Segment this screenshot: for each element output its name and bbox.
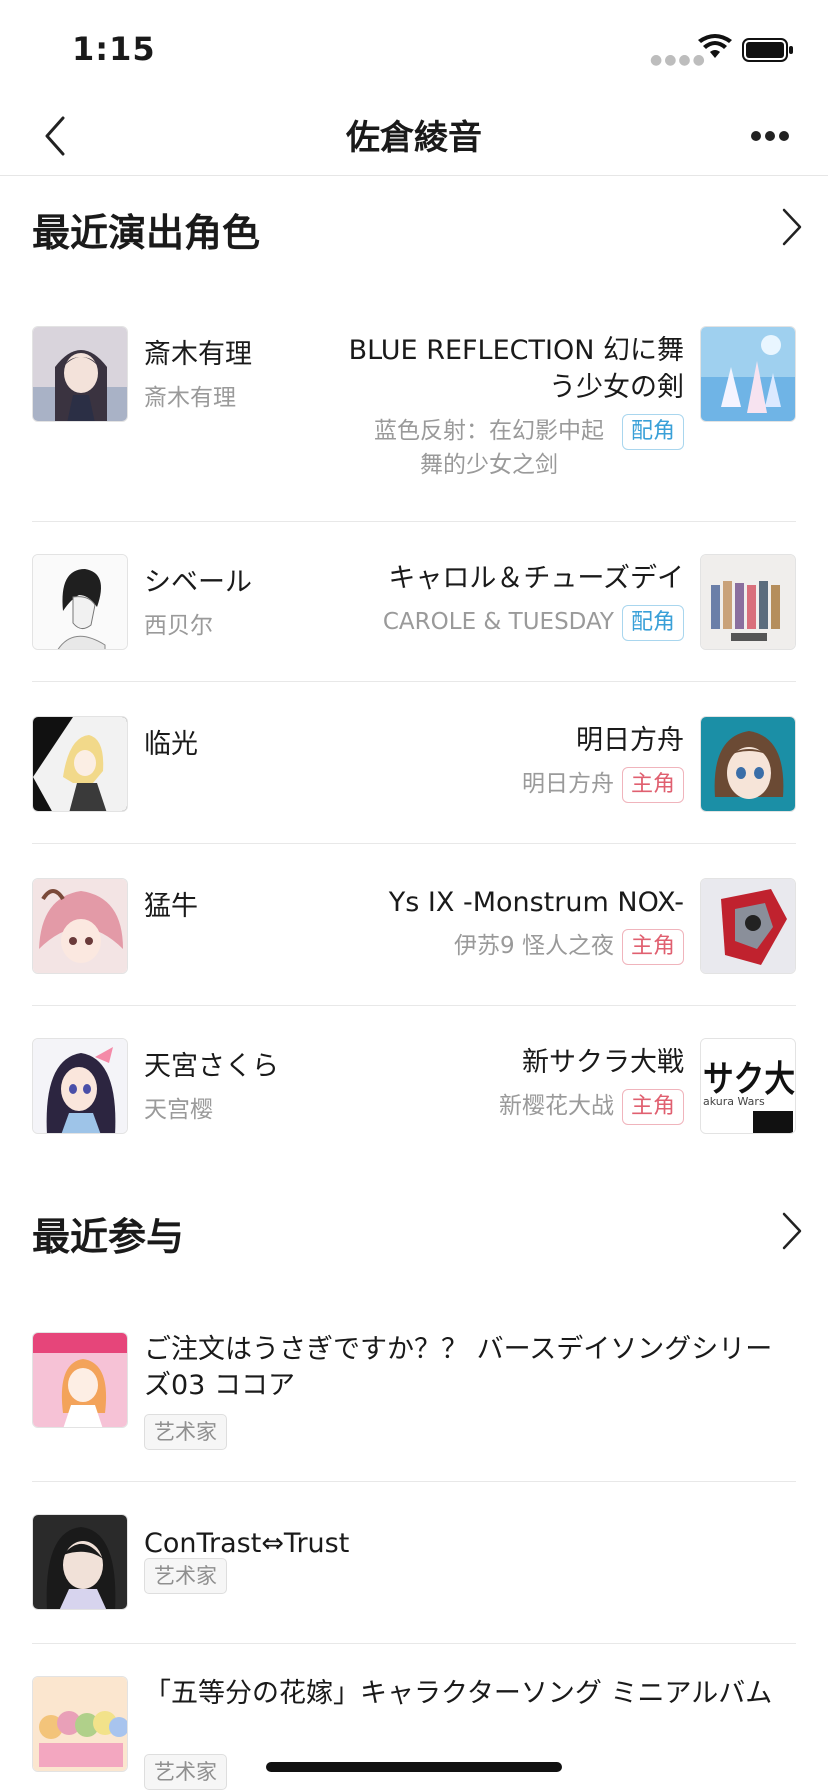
participation-row[interactable]: ConTrast⇔Trust 艺术家 <box>32 1514 796 1644</box>
album-thumbnail[interactable] <box>32 1332 128 1428</box>
work-title-sub: 明日方舟 <box>521 771 614 797</box>
character-thumbnail[interactable] <box>32 716 128 812</box>
more-dots-icon <box>751 131 789 141</box>
character-thumbnail[interactable] <box>32 326 128 422</box>
role-badge: 配角 <box>621 605 684 641</box>
character-name: 猛牛 <box>144 891 198 922</box>
wifi-icon <box>698 34 732 58</box>
work-thumbnail[interactable] <box>700 878 796 974</box>
album-title: ConTrast⇔Trust <box>144 1528 350 1559</box>
character-thumbnail[interactable] <box>32 1038 128 1134</box>
cover-title-art: サク大 <box>703 1059 795 1100</box>
role-badge: 配角 <box>621 414 684 450</box>
participation-row[interactable]: ご注文はうさぎですか？？ バースデイソングシリーズ03 ココア 艺术家 <box>32 1332 796 1482</box>
work-title: BLUE REFLECTION 幻に舞う少女の剣 <box>348 335 684 403</box>
character-thumbnail[interactable] <box>32 554 128 650</box>
work-info: 明日方舟 明日方舟 主角 <box>344 722 684 803</box>
work-title: Ys IX -Monstrum NOX- <box>388 887 684 918</box>
work-title: 新サクラ大戦 <box>522 1047 684 1078</box>
page-title: 佐倉綾音 <box>346 118 482 158</box>
work-info: Ys IX -Monstrum NOX- 伊苏9 怪人之夜 主角 <box>264 884 684 965</box>
character-name: 临光 <box>144 729 198 760</box>
work-title: キャロル＆チューズデイ <box>388 563 684 594</box>
work-title-sub: 蓝色反射：在幻影中起舞的少女之剑 <box>373 418 604 478</box>
character-name-sub: 天宫樱 <box>144 1097 213 1123</box>
role-badge: 主角 <box>621 1089 684 1125</box>
participation-section-header[interactable]: 最近参与 <box>32 1200 812 1260</box>
character-name: シベール <box>144 567 252 598</box>
role-badge: 主角 <box>621 929 684 965</box>
role-tag: 艺术家 <box>144 1558 227 1594</box>
work-thumbnail[interactable]: サク大 akura Wars <box>700 1038 796 1134</box>
roles-more-button[interactable] <box>772 202 812 252</box>
work-title: 明日方舟 <box>576 725 684 756</box>
home-indicator[interactable] <box>266 1762 562 1772</box>
role-tag: 艺术家 <box>144 1754 227 1790</box>
work-thumbnail[interactable] <box>700 716 796 812</box>
album-thumbnail[interactable] <box>32 1514 128 1610</box>
character-thumbnail[interactable] <box>32 878 128 974</box>
role-badge: 主角 <box>621 767 684 803</box>
section-title: 最近参与 <box>32 1215 185 1259</box>
participation-row[interactable]: 「五等分の花嫁」キャラクターソング ミニアルバム 艺术家 <box>32 1676 796 1792</box>
character-name-sub: 西贝尔 <box>144 613 213 639</box>
work-thumbnail[interactable] <box>700 554 796 650</box>
chevron-right-icon <box>782 1212 802 1250</box>
character-name: 天宮さくら <box>144 1051 279 1082</box>
character-name-sub: 斎木有理 <box>144 385 236 411</box>
role-tag: 艺术家 <box>144 1414 227 1450</box>
role-row[interactable]: 猛牛 Ys IX -Monstrum NOX- 伊苏9 怪人之夜 主角 <box>32 878 796 1006</box>
cover-caption-art: akura Wars <box>703 1095 765 1108</box>
battery-icon <box>742 38 793 62</box>
work-title-sub: CAROLE & TUESDAY <box>382 609 614 635</box>
album-title: ご注文はうさぎですか？？ バースデイソングシリーズ03 ココア <box>144 1334 773 1401</box>
section-title: 最近演出角色 <box>32 211 261 255</box>
more-button[interactable] <box>740 106 800 166</box>
chevron-right-icon <box>782 208 802 246</box>
work-info: BLUE REFLECTION 幻に舞う少女の剣 蓝色反射：在幻影中起舞的少女之… <box>344 332 684 482</box>
roles-section-header[interactable]: 最近演出角色 <box>32 196 812 256</box>
role-row[interactable]: 斎木有理 斎木有理 BLUE REFLECTION 幻に舞う少女の剣 蓝色反射：… <box>32 326 796 522</box>
work-title-sub: 新樱花大战 <box>498 1093 614 1119</box>
role-row[interactable]: 临光 明日方舟 明日方舟 主角 <box>32 716 796 844</box>
nav-bar: 佐倉綾音 <box>0 96 828 176</box>
role-row[interactable]: シベール 西贝尔 キャロル＆チューズデイ CAROLE & TUESDAY 配角 <box>32 554 796 682</box>
album-title: 「五等分の花嫁」キャラクターソング ミニアルバム <box>144 1678 773 1709</box>
work-thumbnail[interactable] <box>700 326 796 422</box>
character-name: 斎木有理 <box>144 339 252 370</box>
album-thumbnail[interactable] <box>32 1676 128 1772</box>
work-info: キャロル＆チューズデイ CAROLE & TUESDAY 配角 <box>264 560 684 641</box>
participation-more-button[interactable] <box>772 1206 812 1256</box>
status-time: 1:15 <box>72 30 156 68</box>
work-info: 新サクラ大戦 新樱花大战 主角 <box>344 1044 684 1125</box>
status-bar: 1:15 ●●●● <box>0 0 828 96</box>
role-row[interactable]: 天宮さくら 天宫樱 新サクラ大戦 新樱花大战 主角 サク大 akura Wars <box>32 1038 796 1138</box>
work-title-sub: 伊苏9 怪人之夜 <box>454 933 614 959</box>
